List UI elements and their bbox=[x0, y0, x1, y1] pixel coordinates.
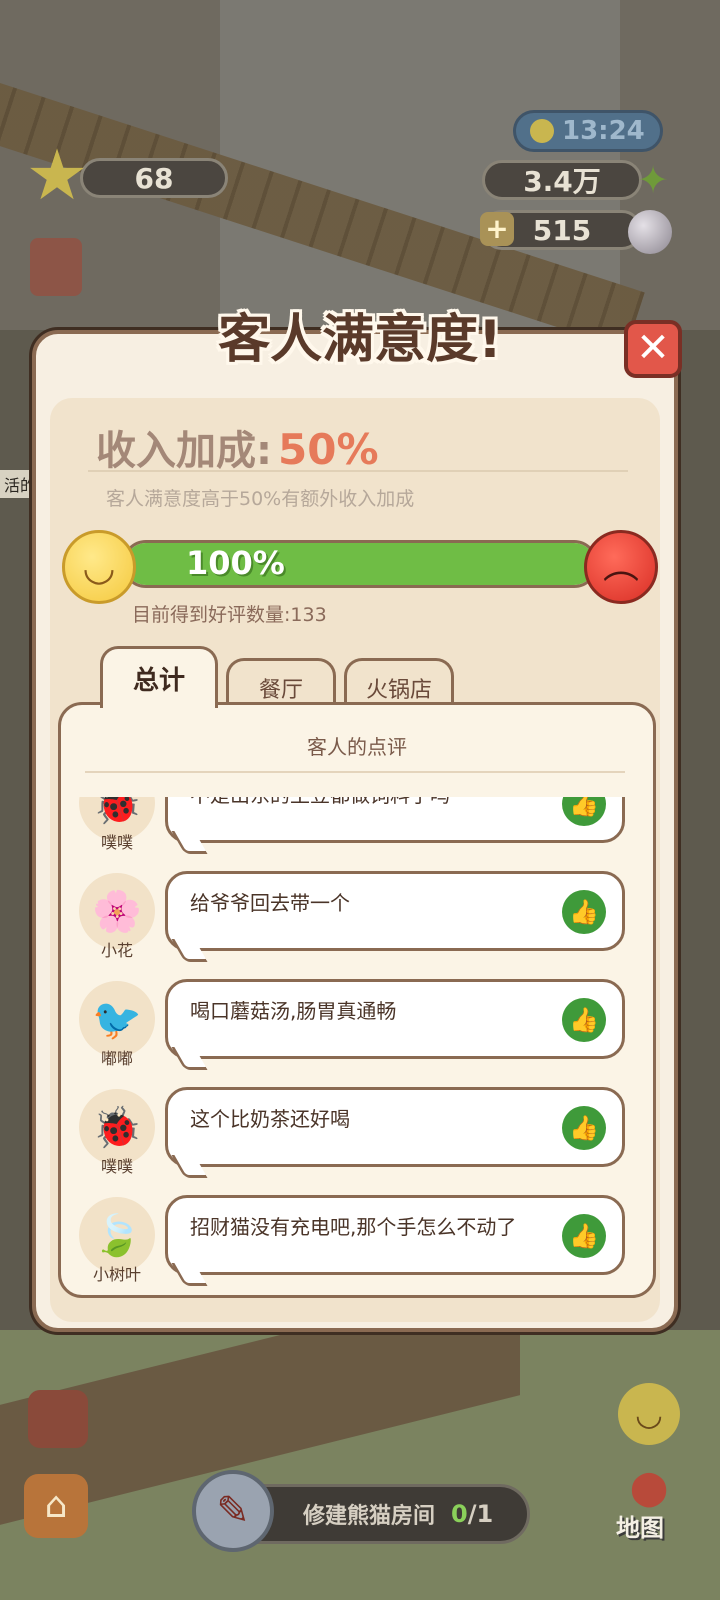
review-bubble: 招财猫没有充电吧,那个手怎么不动了 👍 bbox=[165, 1195, 625, 1275]
thumbs-up-icon: 👍 bbox=[562, 1214, 606, 1258]
satisfaction-progress-text: 100% bbox=[186, 544, 285, 582]
house-icon[interactable]: ⌂ bbox=[24, 1474, 88, 1538]
time-pill: 13:24 bbox=[513, 110, 663, 152]
review-bubble: 给爷爷回去带一个 👍 bbox=[165, 871, 625, 951]
review-text: 招财猫没有充电吧,那个手怎么不动了 bbox=[190, 1215, 517, 1239]
quest-label: 修建熊猫房间 bbox=[303, 1504, 436, 1529]
reviews-panel: 客人的点评 🐞 噗噗 不是山东的土豆都做饲料了吗 👍 🌸 小花 给爷爷回去带一个… bbox=[58, 702, 656, 1298]
income-bonus-value: 50% bbox=[278, 425, 379, 474]
backpack-icon[interactable] bbox=[28, 1390, 88, 1448]
reviewer-name: 噗噗 bbox=[100, 1157, 133, 1176]
review-bubble: 这个比奶茶还好喝 👍 bbox=[165, 1087, 625, 1167]
plus-icon[interactable]: + bbox=[480, 212, 514, 246]
tab-label: 餐厅 bbox=[258, 677, 303, 703]
pearl-count: 515 bbox=[532, 213, 592, 247]
star-icon[interactable]: ★ bbox=[22, 140, 92, 210]
divider bbox=[85, 771, 625, 773]
star-count-pill[interactable]: 68 bbox=[80, 158, 228, 198]
sun-icon bbox=[530, 119, 554, 143]
tab-total[interactable]: 总计 bbox=[100, 646, 218, 708]
angry-face-icon: ︵ bbox=[584, 530, 658, 604]
reviewer-name: 嘟嘟 bbox=[100, 1049, 133, 1068]
review-bubble: 喝口蘑菇汤,肠胃真通畅 👍 bbox=[165, 979, 625, 1059]
close-icon: ✕ bbox=[636, 325, 670, 371]
map-pin-icon: ⬤ bbox=[630, 1468, 669, 1508]
income-bonus-label: 收入加成: bbox=[96, 428, 272, 474]
thumbs-up-icon: 👍 bbox=[562, 998, 606, 1042]
divider bbox=[88, 470, 628, 472]
calendar-icon[interactable] bbox=[30, 238, 82, 296]
review-text: 喝口蘑菇汤,肠胃真通畅 bbox=[190, 999, 397, 1023]
satisfaction-dialog: 收入加成: 50% 客人满意度高于50%有额外收入加成 100% ◡ ︵ 目前得… bbox=[32, 330, 678, 1332]
reviewer-name: 小花 bbox=[100, 941, 133, 960]
review-item: 🐞 噗噗 这个比奶茶还好喝 👍 bbox=[61, 1087, 653, 1191]
map-button[interactable]: ⬤ 地图 bbox=[606, 1468, 690, 1548]
reviews-list[interactable]: 🐞 噗噗 不是山东的土豆都做饲料了吗 👍 🌸 小花 给爷爷回去带一个 👍 🐦 嘟… bbox=[61, 797, 653, 1295]
dialog-title: 客人满意度! bbox=[218, 310, 502, 370]
review-item: 🍃 小树叶 招财猫没有充电吧,那个手怎么不动了 👍 bbox=[61, 1195, 653, 1295]
income-bonus-hint: 客人满意度高于50%有额外收入加成 bbox=[106, 488, 415, 510]
quest-total: /1 bbox=[467, 1500, 494, 1528]
emoji-face-button[interactable]: ◡ bbox=[618, 1383, 680, 1445]
review-bubble: 不是山东的土豆都做饲料了吗 👍 bbox=[165, 797, 625, 843]
clock-time: 13:24 bbox=[562, 116, 645, 146]
star-count: 68 bbox=[134, 161, 174, 195]
review-item: 🐞 噗噗 不是山东的土豆都做饲料了吗 👍 bbox=[61, 797, 653, 867]
bamboo-count: 3.4万 bbox=[523, 165, 601, 198]
review-text: 不是山东的土豆都做饲料了吗 bbox=[190, 797, 450, 807]
good-review-count: 目前得到好评数量:133 bbox=[132, 604, 327, 626]
thumbs-up-icon: 👍 bbox=[562, 890, 606, 934]
income-bonus-row: 收入加成: 50% bbox=[96, 418, 379, 476]
thumbs-up-icon: 👍 bbox=[562, 1106, 606, 1150]
pearl-icon bbox=[628, 210, 672, 254]
tab-label: 总计 bbox=[132, 666, 185, 696]
map-label: 地图 bbox=[616, 1514, 664, 1542]
quest-done: 0 bbox=[451, 1500, 468, 1528]
quest-clipboard-icon[interactable]: ✎ bbox=[192, 1470, 274, 1552]
bamboo-pill[interactable]: 3.4万 bbox=[482, 160, 642, 200]
review-text: 给爷爷回去带一个 bbox=[190, 891, 350, 915]
review-item: 🐦 嘟嘟 喝口蘑菇汤,肠胃真通畅 👍 bbox=[61, 979, 653, 1083]
close-button[interactable]: ✕ bbox=[624, 320, 682, 378]
reviewer-name: 噗噗 bbox=[100, 833, 133, 852]
tab-label: 火锅店 bbox=[365, 677, 432, 703]
thumbs-up-icon: 👍 bbox=[562, 797, 606, 826]
review-text: 这个比奶茶还好喝 bbox=[190, 1107, 350, 1131]
reviews-panel-title: 客人的点评 bbox=[307, 735, 407, 759]
review-item: 🌸 小花 给爷爷回去带一个 👍 bbox=[61, 871, 653, 975]
bamboo-icon: ✦ bbox=[637, 158, 669, 202]
reviewer-name: 小树叶 bbox=[92, 1265, 141, 1284]
happy-face-icon: ◡ bbox=[62, 530, 136, 604]
quest-progress: 0/1 bbox=[451, 1500, 493, 1528]
